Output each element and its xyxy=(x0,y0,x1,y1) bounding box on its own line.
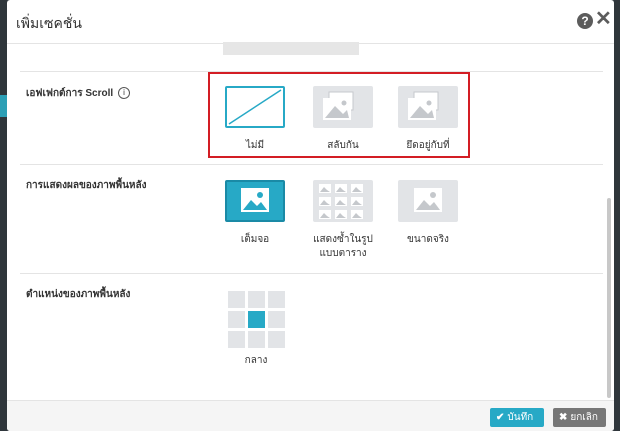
x-icon: ✖ xyxy=(559,412,568,423)
position-cell-middle-right[interactable] xyxy=(268,311,285,328)
save-button[interactable]: ✔ บันทึก xyxy=(490,408,544,427)
section-divider xyxy=(20,164,603,165)
position-cell-top-center[interactable] xyxy=(248,291,265,308)
position-cell-bottom-right[interactable] xyxy=(268,331,285,348)
background-position-selected-label: กลาง xyxy=(244,355,268,366)
background-display-actual-size-option[interactable] xyxy=(398,180,458,222)
dialog-header: เพิ่มเซคชั่น ? ✕ xyxy=(7,0,614,44)
position-cell-top-left[interactable] xyxy=(228,291,245,308)
tiled-images-icon xyxy=(319,184,363,219)
background-display-fullscreen-label: เต็มจอ xyxy=(240,234,270,245)
add-section-dialog: เพิ่มเซคชั่น ? ✕ เอฟเฟกต์การ Scroll i ไม… xyxy=(7,0,614,431)
position-cell-bottom-center[interactable] xyxy=(248,331,265,348)
help-icon[interactable]: ? xyxy=(577,13,593,29)
dialog-scrollbar[interactable] xyxy=(607,198,611,398)
position-cell-center[interactable] xyxy=(248,311,265,328)
position-cell-top-right[interactable] xyxy=(268,291,285,308)
dialog-title: เพิ่มเซคชั่น xyxy=(16,15,82,31)
background-teal-accent xyxy=(0,95,7,117)
background-display-tiled-label-line2: แบบตาราง xyxy=(319,248,367,259)
check-icon: ✔ xyxy=(496,412,505,423)
background-display-fullscreen-option[interactable] xyxy=(225,180,285,222)
background-position-grid xyxy=(228,291,285,348)
highlight-box xyxy=(208,72,470,158)
background-display-label: การแสดงผลของภาพพื้นหลัง xyxy=(26,180,147,191)
background-left-strip xyxy=(0,0,7,431)
section-divider xyxy=(20,273,603,274)
background-display-actual-size-label: ขนาดจริง xyxy=(407,234,449,245)
image-icon xyxy=(241,188,269,212)
dialog-footer: ✔ บันทึก ✖ ยกเลิก xyxy=(7,400,614,431)
info-icon[interactable]: i xyxy=(117,87,130,99)
save-button-label: บันทึก xyxy=(507,412,534,423)
loading-placeholder-bar xyxy=(223,42,359,55)
cancel-button-label: ยกเลิก xyxy=(570,412,598,423)
background-display-tiled-label-line1: แสดงซ้ำในรูป xyxy=(313,234,373,245)
position-cell-bottom-left[interactable] xyxy=(228,331,245,348)
scroll-effect-label: เอฟเฟกต์การ Scroll i xyxy=(26,86,130,101)
background-right-strip xyxy=(614,0,620,431)
position-cell-middle-left[interactable] xyxy=(228,311,245,328)
cancel-button[interactable]: ✖ ยกเลิก xyxy=(553,408,606,427)
image-icon xyxy=(414,188,442,212)
background-position-label: ตำแหน่งของภาพพื้นหลัง xyxy=(26,289,131,300)
background-display-tiled-option[interactable] xyxy=(313,180,373,222)
background-display-tiled-label: แสดงซ้ำในรูป แบบตาราง xyxy=(298,233,388,261)
scroll-effect-label-text: เอฟเฟกต์การ Scroll xyxy=(26,88,114,99)
close-icon[interactable]: ✕ xyxy=(595,9,612,29)
